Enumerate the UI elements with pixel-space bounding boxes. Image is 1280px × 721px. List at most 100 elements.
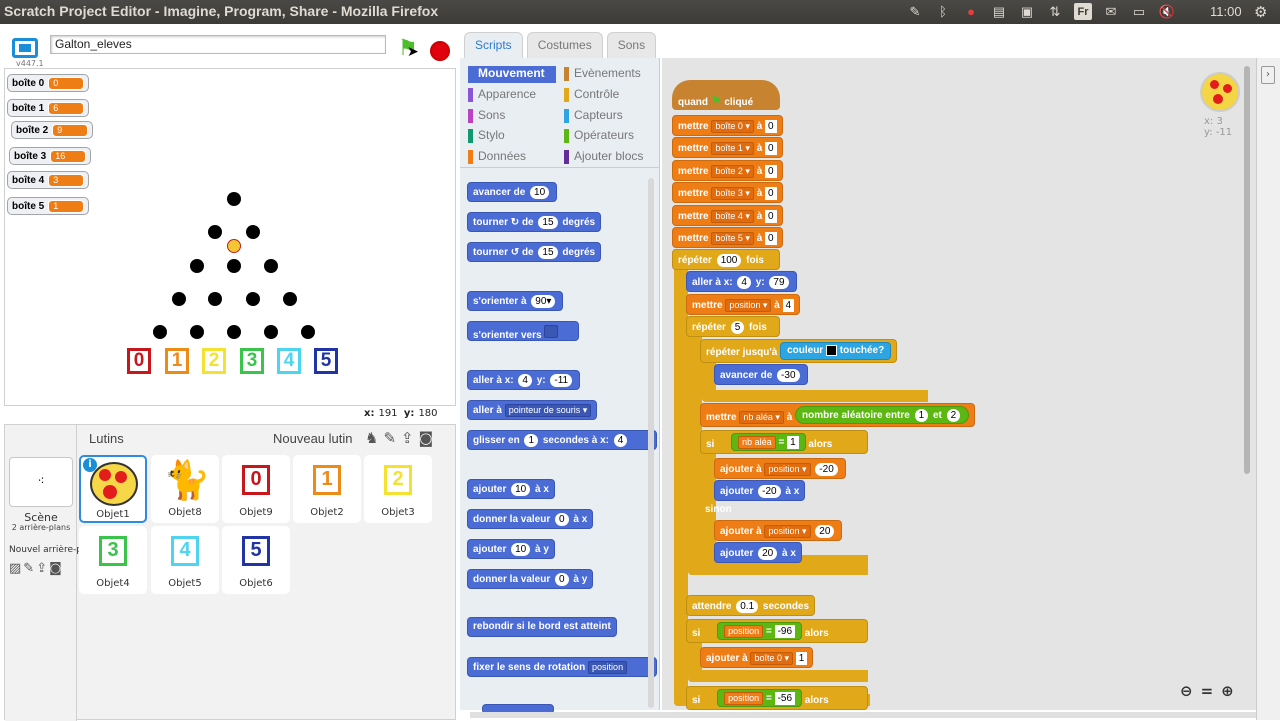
category-looks[interactable]: Apparence [468, 87, 556, 104]
category-sound[interactable]: Sons [468, 108, 556, 125]
block-dropdown[interactable]: boîte 1 ▾ [711, 142, 754, 155]
block-point-direction[interactable]: s'orienter à 90▾ [467, 291, 564, 311]
block-set-boite-2[interactable]: mettre boîte 2 ▾ à 0 [672, 160, 783, 181]
block-equals[interactable]: nb aléa = 1 [731, 433, 806, 451]
block-set-boite-0[interactable]: mettre boîte 0 ▾ à 0 [672, 115, 783, 136]
tab-sounds[interactable]: Sons [606, 32, 657, 58]
block-rotation-style[interactable]: fixer le sens de rotation position [467, 657, 657, 677]
sprite-tile-objet8[interactable]: 🐈 Objet8 [151, 455, 219, 523]
block-set-boite-1[interactable]: mettre boîte 1 ▾ à 0 [672, 137, 783, 158]
block-change-boite-0[interactable]: ajouter à boîte 0 ▾ 1 [700, 647, 814, 668]
block-input[interactable]: -96 [774, 625, 796, 638]
library-icon[interactable]: ♞ [365, 429, 378, 447]
block-dropdown[interactable]: nb aléa ▾ [739, 411, 784, 424]
palette-scrollbar[interactable] [648, 178, 654, 708]
script-horizontal-scrollbar[interactable] [470, 712, 1270, 718]
block-input[interactable]: 0 [765, 142, 777, 155]
block-input[interactable]: 1 [524, 434, 539, 447]
block-dropdown[interactable]: pointeur de souris ▾ [504, 404, 592, 417]
block-if-nb-alea[interactable]: si nb aléa = 1 alors [700, 430, 868, 454]
ball-sprite[interactable] [227, 239, 241, 253]
block-input[interactable]: -11 [550, 374, 573, 387]
block-equals[interactable]: position = -56 [717, 689, 803, 707]
stage[interactable]: boîte 00 boîte 16 boîte 29 boîte 3 16 boî… [4, 68, 456, 406]
block-input[interactable]: 20 [758, 547, 778, 560]
paint-brush-icon[interactable]: ✎ [23, 561, 34, 576]
upload-icon[interactable]: ⇪ [36, 561, 47, 576]
block-input[interactable]: 90▾ [531, 295, 556, 308]
stop-icon[interactable] [430, 41, 450, 61]
tab-costumes[interactable]: Costumes [526, 32, 603, 58]
block-input[interactable]: 15 [538, 216, 558, 229]
variable-reporter[interactable]: position [724, 625, 764, 638]
block-input[interactable]: 20 [815, 525, 835, 538]
chevron-right-icon[interactable]: › [1261, 66, 1275, 84]
block-move-steps[interactable]: avancer de -30 [714, 364, 808, 385]
battery-icon[interactable]: ▭ [1130, 3, 1148, 20]
camera-icon[interactable]: ◙ [419, 429, 434, 447]
zoom-reset-icon[interactable]: = [1201, 682, 1214, 700]
zoom-in-icon[interactable]: ⊕ [1221, 682, 1234, 700]
block-dropdown[interactable] [544, 325, 559, 338]
block-set-boite-3[interactable]: mettre boîte 3 ▾ à 0 [672, 182, 783, 203]
block-input[interactable]: 10 [511, 483, 531, 496]
pencil-icon[interactable]: ✎ [906, 3, 924, 20]
block-set-position[interactable]: mettre position ▾ à 4 [686, 294, 801, 315]
clock[interactable]: 11:00 [1210, 4, 1242, 19]
block-input[interactable]: 100 [716, 254, 742, 267]
block-input[interactable]: 0 [555, 513, 569, 526]
block-set-x[interactable]: donner la valeur 0 à x [467, 509, 594, 529]
category-motion[interactable]: Mouvement [468, 66, 556, 83]
category-pen[interactable]: Stylo [468, 128, 556, 145]
block-change-x[interactable]: ajouter 20 à x [714, 542, 802, 563]
paint-brush-icon[interactable]: ✎ [383, 429, 396, 447]
mute-icon[interactable]: 🔇 [1158, 3, 1176, 20]
scene-thumbnail[interactable]: ⁖ [9, 457, 73, 507]
block-if-position[interactable]: si position = -56 alors [686, 686, 868, 710]
mail-icon[interactable]: ✉ [1102, 3, 1120, 20]
block-input[interactable]: 1 [914, 409, 929, 422]
block-random[interactable]: nombre aléatoire entre 1 et 2 [795, 406, 970, 424]
block-glide[interactable]: glisser en 1 secondes à x: 4 [467, 430, 657, 450]
block-turn-right[interactable]: tourner ↻ de 15 degrés [467, 212, 602, 232]
block-input[interactable]: 4 [782, 299, 795, 312]
block-set-boite-4[interactable]: mettre boîte 4 ▾ à 0 [672, 205, 783, 226]
block-input[interactable]: 4 [737, 276, 751, 289]
block-input[interactable]: -20 [758, 485, 781, 498]
sprite-tile-objet4[interactable]: 3 Objet4 [79, 526, 147, 594]
block-dropdown[interactable]: boîte 0 ▾ [711, 120, 754, 133]
block-dropdown[interactable]: position [588, 661, 628, 674]
stage-box-1[interactable]: 1 [165, 348, 189, 374]
block-input[interactable]: 0 [765, 232, 777, 245]
sprite-tile-objet1[interactable]: i Objet1 [79, 455, 147, 523]
variable-reporter[interactable]: position [724, 692, 764, 705]
block-input[interactable]: 15 [538, 246, 558, 259]
block-input[interactable]: 79 [769, 276, 789, 289]
block-input[interactable]: 4 [518, 374, 532, 387]
block-equals[interactable]: position = -96 [717, 622, 803, 640]
block-goto[interactable]: aller à pointeur de souris ▾ [467, 400, 598, 420]
block-input[interactable]: 1 [795, 652, 808, 665]
camera-icon[interactable]: ◙ [49, 561, 62, 576]
block-set-y[interactable]: donner la valeur 0 à y [467, 569, 594, 589]
block-input[interactable]: 2 [946, 409, 961, 422]
block-turn-left[interactable]: tourner ↺ de 15 degrés [467, 242, 602, 262]
block-input[interactable]: 0 [765, 120, 777, 133]
monitor-boite-2[interactable]: boîte 29 [11, 121, 94, 139]
block-wait[interactable]: attendre 0.1 secondes [686, 595, 816, 616]
block-dropdown[interactable]: boîte 3 ▾ [711, 187, 754, 200]
stage-box-0[interactable]: 0 [127, 348, 151, 374]
block-repeat-until[interactable]: répéter jusqu'à couleur touchée? [700, 339, 898, 363]
block-change-x[interactable]: ajouter -20 à x [714, 480, 806, 501]
block-set-boite-5[interactable]: mettre boîte 5 ▾ à 0 [672, 227, 783, 248]
monitor-boite-1[interactable]: boîte 16 [7, 99, 90, 117]
block-change-x[interactable]: ajouter 10 à x [467, 479, 555, 499]
block-change-position[interactable]: ajouter à position ▾ 20 [714, 520, 843, 541]
sprite-tile-objet2[interactable]: 1 Objet2 [293, 455, 361, 523]
block-point-towards[interactable]: s'orienter vers [467, 321, 579, 341]
clipboard-icon[interactable]: ▤ [990, 3, 1008, 20]
monitor-boite-3[interactable]: boîte 3 16 [9, 147, 92, 165]
block-repeat-5[interactable]: répéter 5 fois [686, 316, 780, 337]
sprite-thumbnail-corner[interactable] [1200, 72, 1240, 112]
monitor-boite-0[interactable]: boîte 00 [7, 74, 90, 92]
